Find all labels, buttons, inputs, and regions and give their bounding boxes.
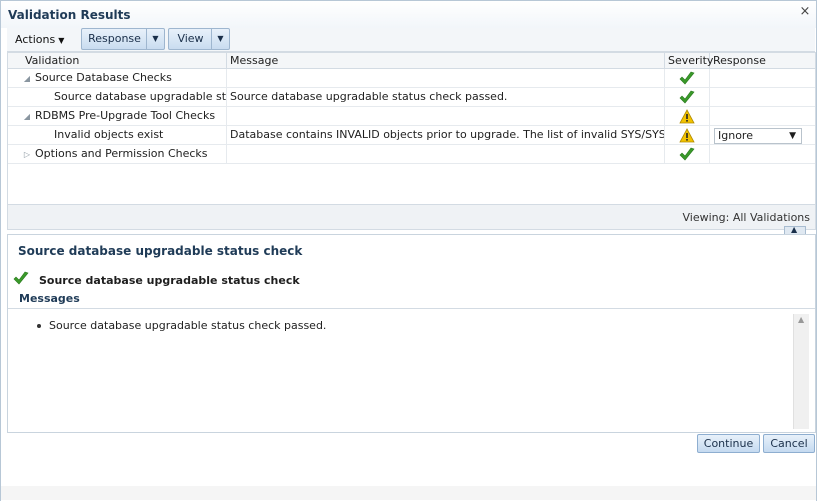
response-cell: Ignore ▼	[710, 126, 815, 145]
response-button[interactable]: Response ▼	[81, 28, 165, 50]
column-header-message[interactable]: Message	[227, 53, 665, 69]
validation-cell: ◢ RDBMS Pre-Upgrade Tool Checks	[22, 107, 227, 126]
column-header-severity[interactable]: Severity	[665, 53, 713, 69]
check-icon	[679, 71, 695, 85]
title-bar: Validation Results ×	[1, 1, 816, 28]
status-strip	[1, 486, 816, 500]
list-item: Source database upgradable status check …	[36, 319, 327, 332]
response-cell	[710, 145, 815, 164]
response-cell	[710, 88, 815, 107]
view-button-label: View	[177, 32, 204, 45]
messages-list: Source database upgradable status check …	[8, 309, 815, 432]
detail-title: Source database upgradable status check	[18, 244, 303, 258]
continue-button[interactable]: Continue	[697, 434, 760, 453]
validation-table: Validation Message Severity Response ◢ So…	[7, 52, 816, 230]
validation-name: RDBMS Pre-Upgrade Tool Checks	[35, 109, 216, 122]
column-header-response[interactable]: Response	[710, 53, 815, 69]
view-button[interactable]: View ▼	[168, 28, 230, 50]
dialog-title: Validation Results	[8, 8, 131, 22]
cancel-button[interactable]: Cancel	[763, 434, 815, 453]
actions-menu-label: Actions	[15, 33, 56, 46]
warning-icon	[679, 109, 695, 124]
table-row[interactable]: ◢ RDBMS Pre-Upgrade Tool Checks	[8, 107, 815, 126]
table-row[interactable]: Source database upgradable status check …	[8, 88, 815, 107]
message-cell	[227, 69, 665, 88]
response-cell	[710, 107, 815, 126]
message-cell: Database contains INVALID objects prior …	[227, 126, 665, 145]
viewing-status: Viewing: All Validations	[682, 211, 811, 224]
chevron-down-icon: ▼	[58, 36, 65, 45]
validation-name: Source database upgradable status check	[22, 88, 227, 107]
table-row[interactable]: ◢ Source Database Checks	[8, 69, 815, 88]
validation-name: Options and Permission Checks	[35, 147, 208, 160]
response-select-value: Ignore	[718, 129, 753, 142]
validation-results-dialog: Validation Results × Actions ▼ Response ▼…	[0, 0, 817, 501]
collapse-triangle-icon[interactable]: ◢	[22, 108, 32, 126]
check-icon	[679, 90, 695, 104]
splitter-collapse-button[interactable]: ▲	[784, 225, 806, 234]
message-cell	[227, 107, 665, 126]
table-header: Validation Message Severity Response	[8, 53, 815, 69]
table-row[interactable]: Invalid objects exist Database contains …	[8, 126, 815, 145]
severity-cell	[665, 69, 710, 88]
validation-name: Source Database Checks	[35, 71, 172, 84]
validation-name: Invalid objects exist	[22, 126, 227, 145]
messages-heading: Messages	[19, 292, 80, 305]
table-row[interactable]: ▷ Options and Permission Checks	[8, 145, 815, 164]
severity-cell	[665, 126, 710, 145]
actions-menu[interactable]: Actions ▼	[11, 31, 68, 49]
detail-panel: Source database upgradable status check …	[7, 234, 816, 433]
chevron-down-icon[interactable]: ▼	[211, 29, 229, 49]
message-cell	[227, 145, 665, 164]
table-footer: Viewing: All Validations	[8, 204, 815, 229]
warning-icon	[679, 128, 695, 143]
check-icon	[13, 271, 29, 285]
severity-cell	[665, 145, 710, 164]
vertical-scrollbar[interactable]: ▲	[793, 314, 809, 429]
chevron-down-icon[interactable]: ▼	[146, 29, 164, 49]
check-icon	[679, 147, 695, 161]
response-cell	[710, 69, 815, 88]
severity-cell	[665, 88, 710, 107]
expand-triangle-icon[interactable]: ▷	[22, 146, 32, 164]
severity-cell	[665, 107, 710, 126]
validation-cell: ◢ Source Database Checks	[22, 69, 227, 88]
chevron-down-icon: ▼	[789, 131, 796, 141]
response-button-label: Response	[88, 32, 141, 45]
chevron-up-icon: ▲	[791, 225, 798, 234]
detail-subtitle: Source database upgradable status check	[39, 274, 300, 287]
collapse-triangle-icon[interactable]: ◢	[22, 70, 32, 88]
column-header-validation[interactable]: Validation	[22, 53, 227, 69]
scroll-up-icon[interactable]: ▲	[798, 315, 804, 324]
validation-cell: ▷ Options and Permission Checks	[22, 145, 227, 164]
close-icon[interactable]: ×	[798, 5, 812, 19]
message-cell: Source database upgradable status check …	[227, 88, 665, 107]
toolbar: Actions ▼ Response ▼ View ▼	[7, 28, 815, 52]
response-select[interactable]: Ignore ▼	[714, 128, 802, 144]
